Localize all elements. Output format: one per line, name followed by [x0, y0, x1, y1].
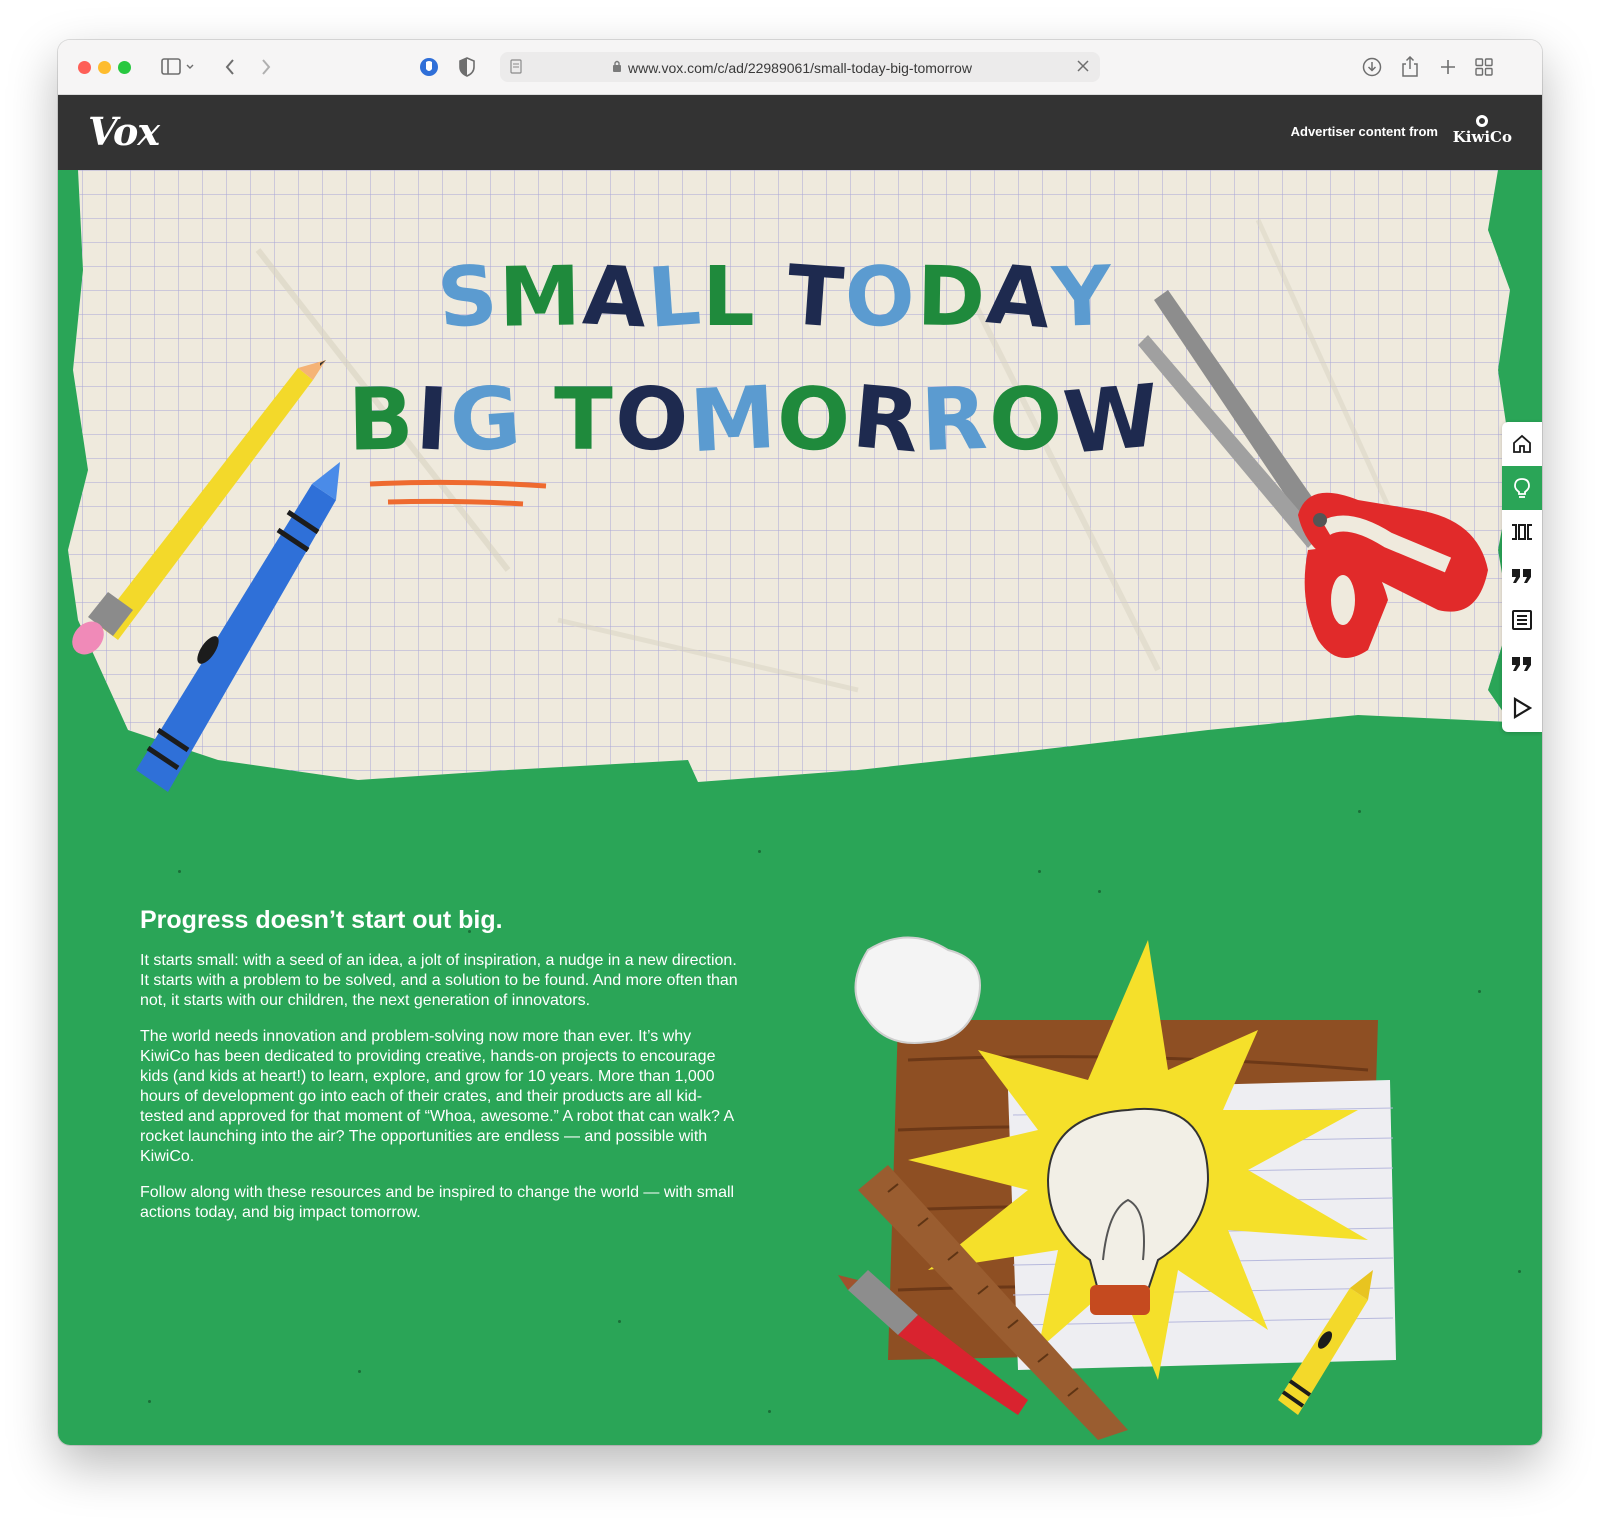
- section-nav: [1502, 422, 1542, 732]
- close-window-button[interactable]: [78, 61, 91, 74]
- hero-line-2: BIG TOMORROW: [347, 366, 1165, 474]
- article-paragraph: The world needs innovation and problem-s…: [140, 1028, 734, 1165]
- kiwico-logo[interactable]: KiwiCo: [1453, 115, 1512, 145]
- article-paragraph: Follow along with these resources and be…: [140, 1184, 735, 1221]
- lightbulb-collage-illustration: [838, 936, 1396, 1440]
- hero-letter: O: [842, 248, 920, 347]
- hero-letter: G: [446, 367, 526, 473]
- hero-letter: A: [580, 248, 651, 347]
- tab-overview-icon[interactable]: [1472, 54, 1496, 80]
- downloads-icon[interactable]: [1360, 54, 1384, 80]
- nav-lightbulb[interactable]: [1502, 466, 1542, 510]
- hero-letter: M: [498, 249, 584, 346]
- columns-icon: [1512, 524, 1532, 540]
- site-header: Vox Advertiser content from KiwiCo: [58, 95, 1542, 170]
- hero-letter: O: [987, 368, 1066, 472]
- hero-letter: R: [919, 368, 991, 472]
- nav-quote-2[interactable]: [1502, 642, 1542, 686]
- article-icon: [1512, 610, 1532, 630]
- hero-letter: O: [611, 367, 694, 473]
- hero-letter: I: [412, 369, 453, 471]
- reader-mode-icon[interactable]: [510, 59, 522, 79]
- article-paragraph: It starts small: with a seed of an idea,…: [140, 952, 738, 1009]
- clear-url-icon[interactable]: [1076, 59, 1090, 78]
- url-text: www.vox.com/c/ad/22989061/small-today-bi…: [628, 60, 972, 76]
- nav-columns[interactable]: [1502, 510, 1542, 554]
- lock-icon: [612, 60, 622, 78]
- forward-icon[interactable]: [256, 54, 276, 80]
- new-tab-icon[interactable]: [1436, 54, 1460, 80]
- browser-window: www.vox.com/c/ad/22989061/small-today-bi…: [58, 40, 1542, 1445]
- nav-home[interactable]: [1502, 422, 1542, 466]
- main-content: SMALL TODAY BIG TOMORROW Progress doesn’…: [58, 170, 1542, 1445]
- lightbulb-icon: [1514, 478, 1530, 498]
- hero-letter: L: [644, 248, 706, 347]
- hero-letter: T: [783, 248, 849, 347]
- hero-letter: Y: [1050, 248, 1116, 347]
- hero-letter: [522, 370, 554, 470]
- extension-shield-icon[interactable]: [416, 54, 442, 80]
- hero-line-1-text: SMALL TODAY: [434, 247, 1116, 348]
- privacy-shield-icon[interactable]: [454, 54, 480, 80]
- kiwico-logo-icon: [1476, 115, 1489, 127]
- address-bar[interactable]: www.vox.com/c/ad/22989061/small-today-bi…: [500, 52, 1100, 82]
- hero-letter: L: [702, 250, 757, 345]
- hero-line-1: SMALL TODAY: [434, 247, 1116, 348]
- share-icon[interactable]: [1398, 54, 1422, 80]
- hero-letter: R: [848, 367, 926, 473]
- advertiser-label: Advertiser content from: [1290, 124, 1438, 139]
- hero-letter: M: [687, 367, 781, 473]
- quote-icon: [1512, 569, 1531, 583]
- quote-icon: [1512, 657, 1531, 671]
- hero-letter: S: [433, 247, 504, 348]
- minimize-window-button[interactable]: [98, 61, 111, 74]
- zoom-window-button[interactable]: [118, 61, 131, 74]
- play-icon: [1513, 697, 1532, 719]
- hero-letter: T: [554, 370, 615, 470]
- nav-quote-1[interactable]: [1502, 554, 1542, 598]
- nav-article[interactable]: [1502, 598, 1542, 642]
- browser-toolbar: www.vox.com/c/ad/22989061/small-today-bi…: [58, 40, 1542, 95]
- hero-letter: O: [776, 369, 854, 471]
- nav-play[interactable]: [1502, 686, 1542, 730]
- kiwico-logo-text: KiwiCo: [1452, 128, 1512, 146]
- intro-article: Progress doesn’t start out big. It start…: [140, 906, 740, 1239]
- sidebar-toggle-icon[interactable]: [158, 54, 198, 80]
- home-icon: [1513, 434, 1531, 453]
- hero-letter: A: [982, 247, 1057, 348]
- hero-line-2-text: BIG TOMORROW: [347, 366, 1165, 474]
- hero-letter: B: [347, 369, 417, 471]
- back-icon[interactable]: [220, 54, 240, 80]
- vox-logo[interactable]: Vox: [88, 109, 160, 154]
- hero-letter: W: [1059, 365, 1166, 475]
- article-heading: Progress doesn’t start out big.: [140, 906, 503, 934]
- hero-letter: D: [916, 249, 988, 346]
